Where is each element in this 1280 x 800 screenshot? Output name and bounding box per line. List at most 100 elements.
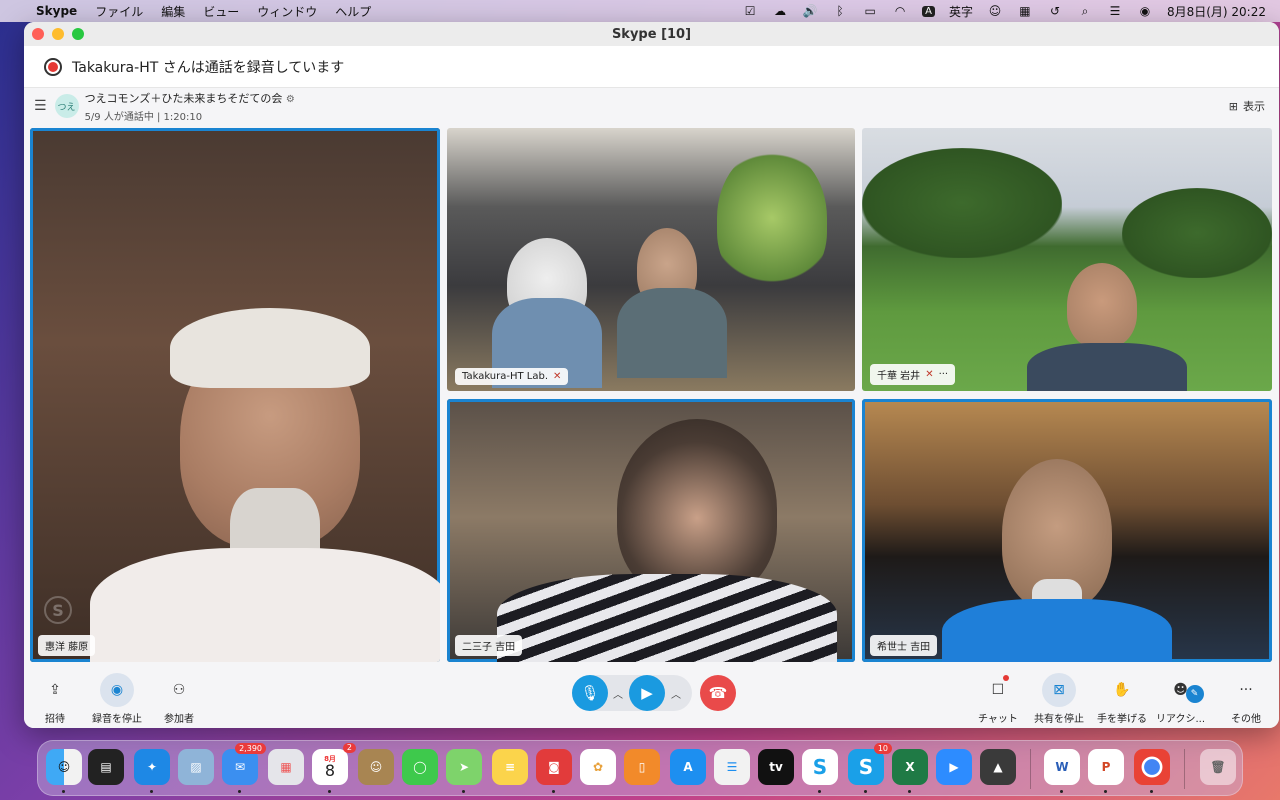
time-machine-icon[interactable]: ↺ (1047, 4, 1063, 18)
chat-notification-dot (1002, 675, 1009, 681)
user-icon[interactable]: ☺ (987, 4, 1003, 18)
menu-clock[interactable]: 8月8日(月) 20:22 (1167, 3, 1266, 20)
excel-icon[interactable]: X (892, 749, 928, 785)
microphone-button[interactable]: 🎙 (572, 675, 608, 711)
chrome-icon[interactable] (1134, 749, 1170, 785)
skype-app-icon[interactable]: S (802, 749, 838, 785)
zoom-icon[interactable]: ▶ (936, 749, 972, 785)
spotlight-search-icon[interactable]: ⌕ (1077, 4, 1093, 18)
raise-hand-button[interactable]: ✋ 手を挙げる (1097, 673, 1147, 725)
launchpad-icon[interactable]: ▦ (268, 749, 304, 785)
skype-badge: 10 (873, 743, 892, 754)
chat-button[interactable]: ☐ チャット (978, 673, 1018, 725)
safari-icon[interactable]: ✦ (134, 749, 170, 785)
cloud-sync-icon[interactable]: ☁ (772, 4, 788, 18)
messages-icon[interactable]: ◯ (402, 749, 438, 785)
calendar-badge: 2 (342, 743, 356, 753)
dock-running-indicator (1060, 790, 1063, 793)
more-options-icon[interactable]: ··· (939, 369, 949, 380)
word-icon[interactable]: W (1044, 749, 1080, 785)
invite-label: 招待 (45, 714, 65, 725)
app-store-icon[interactable]: A (670, 749, 706, 785)
participant-tile[interactable]: 千華 岩井 ✕ ··· (862, 128, 1272, 391)
battery-icon[interactable]: ▭ (862, 4, 878, 18)
settings-gear-icon[interactable]: ⚙ (286, 94, 295, 105)
menu-edit[interactable]: 編集 (161, 3, 185, 20)
control-center-icon[interactable]: ☰ (1107, 4, 1123, 18)
apple-tv-icon[interactable]: tv (758, 749, 794, 785)
menu-help[interactable]: ヘルプ (335, 3, 371, 20)
reactions-button[interactable]: ☻ ✎ リアクシ... (1156, 673, 1205, 725)
preview-icon[interactable]: ▨ (178, 749, 214, 785)
recording-icon (44, 57, 62, 76)
photos-icon[interactable]: ✿ (580, 749, 616, 785)
muted-mic-icon: ✕ (925, 369, 934, 380)
dock-running-indicator (238, 790, 241, 793)
volume-icon[interactable]: 🔊 (802, 4, 818, 18)
share-icon: ⇪ (49, 682, 61, 698)
participants-button[interactable]: ⚇ 参加者 (162, 673, 196, 725)
invite-button[interactable]: ⇪ 招待 (38, 673, 72, 725)
raise-hand-label: 手を挙げる (1097, 714, 1147, 725)
participant-tile[interactable]: 二三子 吉田 (447, 399, 855, 662)
photo-booth-icon[interactable]: ◙ (536, 749, 572, 785)
menu-bar: Skype ファイル 編集 ビュー ウィンドウ ヘルプ ☑ ☁ 🔊 ᛒ ▭ ◠ … (0, 0, 1280, 22)
skype-watermark-icon: S (44, 596, 72, 624)
reminders-icon[interactable]: ☰ (714, 749, 750, 785)
trash-icon[interactable]: 🗑 (1200, 749, 1236, 785)
stop-recording-button[interactable]: ◉ 録音を停止 (92, 673, 142, 725)
skype-insider-icon[interactable]: S 10 (848, 743, 892, 785)
stop-recording-label: 録音を停止 (92, 714, 142, 725)
wifi-icon[interactable]: ◠ (892, 4, 908, 18)
camera-options-chevron-icon[interactable]: ︿ (671, 686, 681, 701)
finder-icon[interactable]: ☺ (46, 749, 82, 785)
chat-label: チャット (978, 714, 1018, 725)
close-window-button[interactable] (32, 28, 44, 40)
mission-control-icon[interactable]: ▤ (88, 749, 124, 785)
group-name[interactable]: つえコモンズ＋ひた未来まちそだての会 (85, 92, 283, 105)
keyboard-icon[interactable]: ▦ (1017, 4, 1033, 18)
drive-icon[interactable]: ▲ (980, 749, 1016, 785)
hamburger-menu-icon[interactable]: ☰ (34, 98, 47, 114)
dock-running-indicator (328, 790, 331, 793)
maps-icon[interactable]: ➤ (446, 749, 482, 785)
mail-icon[interactable]: ✉ 2,390 (222, 743, 266, 785)
menu-window[interactable]: ウィンドウ (257, 3, 317, 20)
trees-decor (862, 148, 1062, 258)
calendar-icon[interactable]: 8月 8 2 (312, 743, 356, 785)
contacts-icon[interactable]: ☺ (358, 749, 394, 785)
hang-up-phone-icon: ☎ (708, 684, 728, 702)
books-icon[interactable]: ▯ (624, 749, 660, 785)
dock-running-indicator (462, 790, 465, 793)
powerpoint-icon[interactable]: P (1088, 749, 1124, 785)
checkmark-status-icon[interactable]: ☑ (742, 4, 758, 18)
microphone-icon: 🎙 (580, 684, 600, 702)
stop-sharing-button[interactable]: ⊠ 共有を停止 (1034, 673, 1084, 725)
group-avatar[interactable]: つえ (54, 94, 79, 118)
mic-options-chevron-icon[interactable]: ︿ (613, 686, 623, 701)
menu-app-name[interactable]: Skype (36, 4, 77, 18)
siri-icon[interactable]: ◉ (1137, 4, 1153, 18)
minimize-window-button[interactable] (52, 28, 64, 40)
hang-up-button[interactable]: ☎ (700, 675, 736, 711)
camera-button[interactable]: ▶ (629, 675, 665, 711)
participant-tile[interactable]: S 惠洋 藤原 (30, 128, 440, 662)
dock-separator (1030, 749, 1031, 789)
input-mode-label[interactable]: 英字 (949, 3, 973, 20)
calendar-day: 8 (324, 760, 336, 780)
fullscreen-window-button[interactable] (72, 28, 84, 40)
reaction-emoji-icon: ☻ ✎ (1164, 673, 1204, 707)
more-button[interactable]: ··· その他 (1229, 673, 1263, 725)
notes-icon[interactable]: ≡ (492, 749, 528, 785)
participant-tile[interactable]: 希世士 吉田 (862, 399, 1272, 662)
mail-badge: 2,390 (235, 743, 266, 754)
menu-file[interactable]: ファイル (95, 3, 143, 20)
bluetooth-icon[interactable]: ᛒ (832, 4, 848, 18)
video-camera-icon: ▶ (641, 684, 653, 702)
menu-view[interactable]: ビュー (203, 3, 239, 20)
input-source-icon[interactable]: A (922, 5, 935, 17)
view-button[interactable]: ⊞ 表示 (1229, 98, 1265, 114)
participant-tile[interactable]: Takakura-HT Lab. ✕ (447, 128, 855, 391)
av-controls: 🎙 ︿ ▶ ︿ (572, 675, 692, 711)
people-icon: ⚇ (172, 682, 186, 698)
